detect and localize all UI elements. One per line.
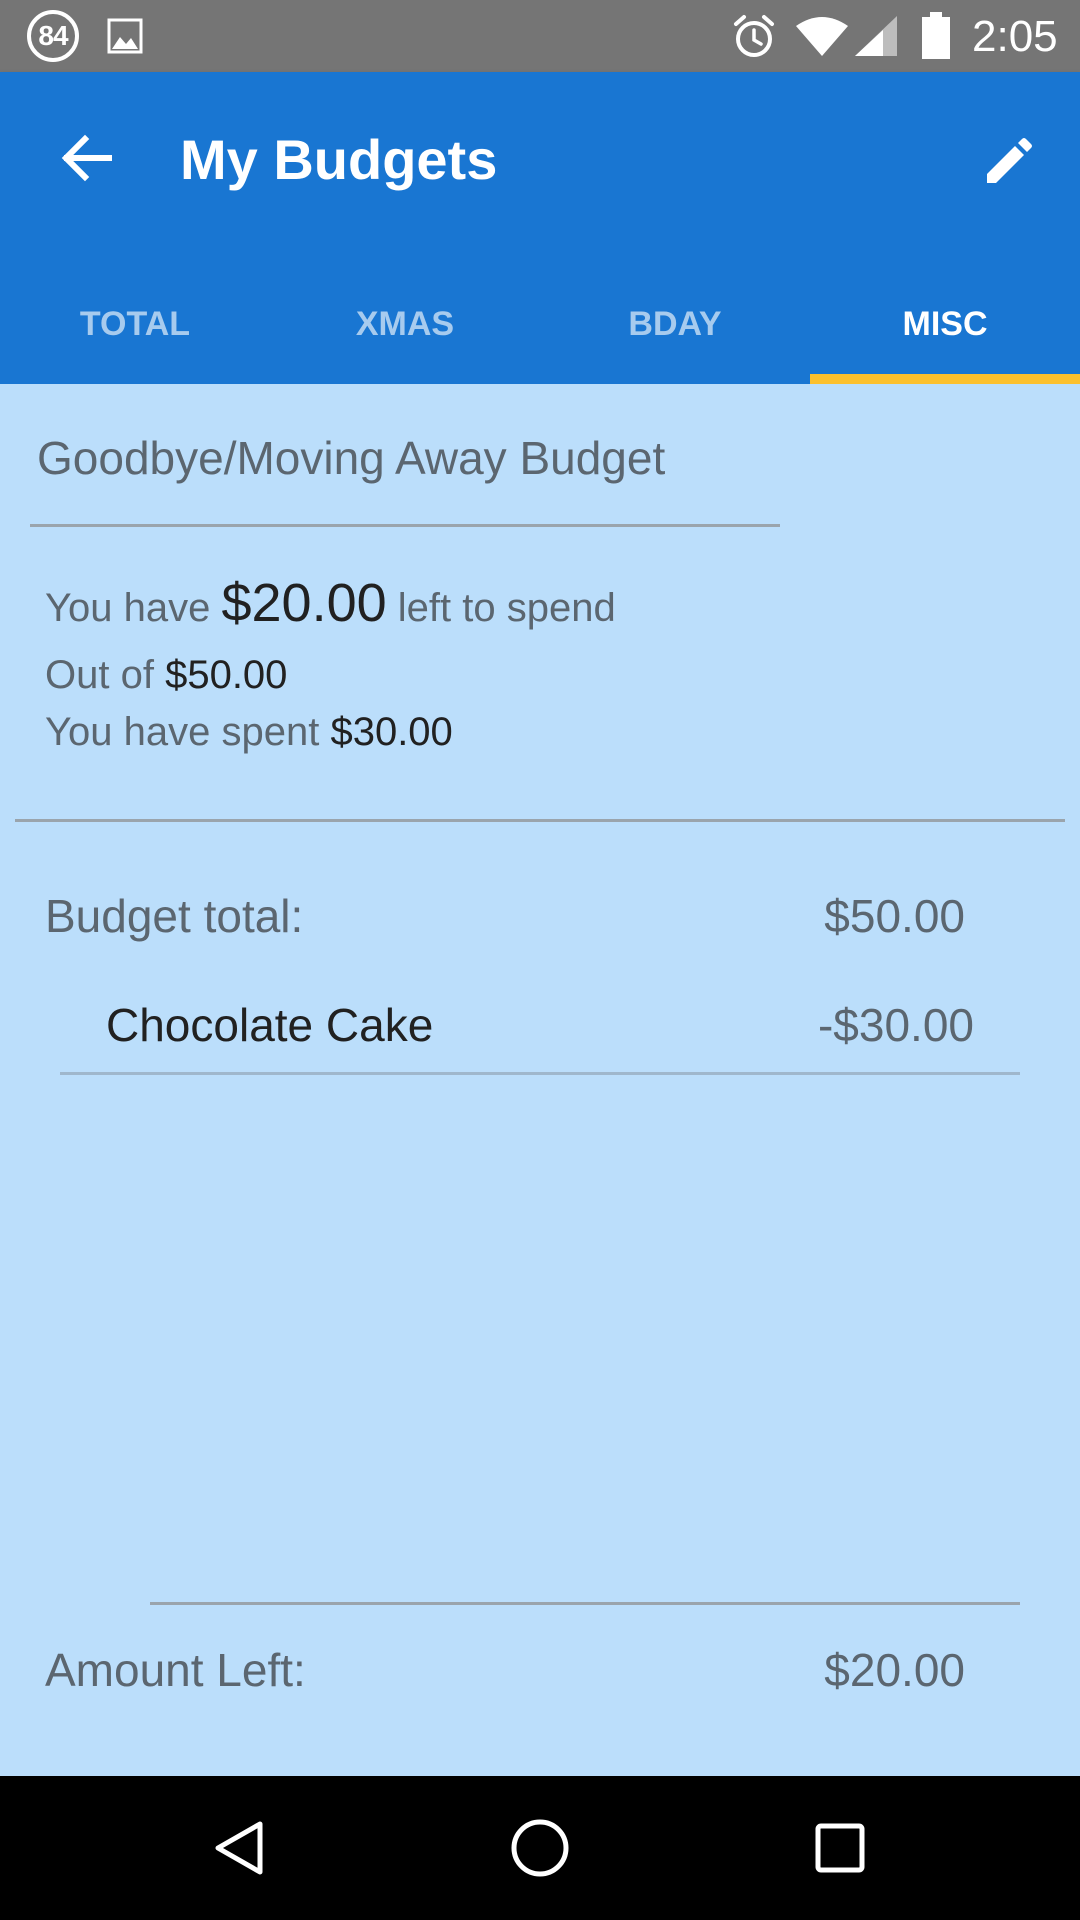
status-bar: 84 2:05 (0, 0, 1080, 72)
page-title: My Budgets (180, 128, 498, 191)
left-suffix: left to spend (397, 586, 616, 630)
spent-prefix: You have spent (45, 710, 320, 754)
divider (60, 1072, 1020, 1075)
nav-back-icon (215, 1821, 263, 1875)
budget-name: Goodbye/Moving Away Budget (37, 432, 666, 484)
back-button[interactable] (40, 112, 132, 204)
nav-back-button[interactable] (190, 1798, 290, 1898)
nav-home-icon (511, 1819, 569, 1877)
spent-amount: $30.00 (330, 710, 453, 754)
nav-home-button[interactable] (490, 1798, 590, 1898)
nav-recents-button[interactable] (790, 1798, 890, 1898)
tab-bday[interactable]: BDAY (540, 270, 810, 384)
notification-count-badge: 84 (27, 10, 79, 62)
spent-line: You have spent $30.00 (45, 707, 453, 757)
divider (150, 1602, 1020, 1605)
nav-recents-icon (815, 1823, 865, 1873)
active-tab-indicator (810, 374, 1080, 384)
amount-left-label: Amount Left: (45, 1644, 306, 1696)
arrow-back-icon (61, 134, 112, 182)
pencil-icon (987, 138, 1032, 183)
tab-label: MISC (902, 304, 988, 343)
expense-amount[interactable]: -$30.00 (818, 997, 974, 1053)
budget-total-value: $50.00 (824, 890, 965, 942)
tab-label: TOTAL (79, 304, 191, 343)
expense-name[interactable]: Chocolate Cake (106, 997, 433, 1053)
divider (15, 819, 1065, 822)
system-nav-bar (0, 1776, 1080, 1920)
tab-total[interactable]: TOTAL (0, 270, 270, 384)
tab-label: BDAY (628, 304, 722, 343)
edit-button[interactable] (962, 116, 1054, 208)
app-bar: My Budgets TOTAL XMAS BDAY MISC (0, 72, 1080, 384)
outof-prefix: Out of (45, 653, 154, 697)
budget-detail: Goodbye/Moving Away Budget You have $20.… (0, 384, 1080, 1776)
tab-label: XMAS (355, 304, 455, 343)
left-amount: $20.00 (221, 573, 387, 633)
divider (30, 524, 780, 527)
wifi-icon (794, 14, 850, 63)
status-time: 2:05 (972, 12, 1058, 61)
tab-xmas[interactable]: XMAS (270, 270, 540, 384)
budget-tabs: TOTAL XMAS BDAY MISC (0, 270, 1080, 384)
amount-left-value: $20.00 (824, 1644, 965, 1696)
left-prefix: You have (45, 586, 211, 630)
image-icon (107, 18, 143, 59)
budget-total-label: Budget total: (45, 890, 304, 942)
alarm-icon (730, 12, 778, 65)
left-to-spend-line: You have $20.00 left to spend (45, 576, 616, 633)
out-of-line: Out of $50.00 (45, 650, 287, 700)
cell-signal-icon (853, 14, 899, 63)
tab-misc[interactable]: MISC (810, 270, 1080, 384)
outof-amount: $50.00 (165, 653, 288, 697)
battery-icon (920, 12, 952, 65)
